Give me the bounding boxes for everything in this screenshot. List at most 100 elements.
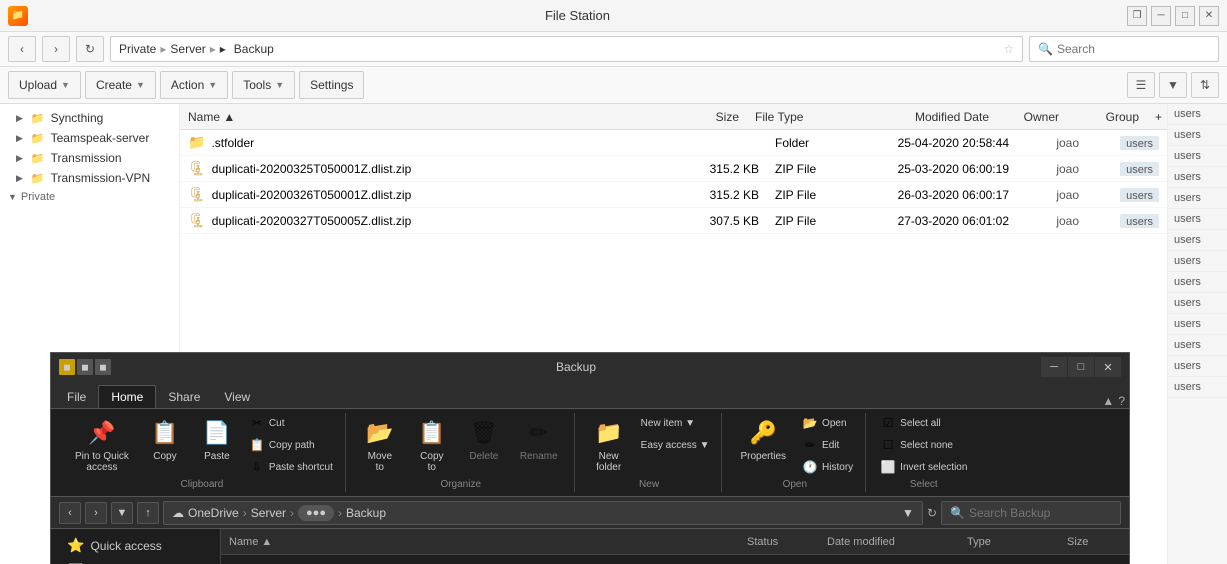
forward-button[interactable]: › — [42, 36, 70, 62]
new-item-button[interactable]: New item ▼ — [637, 413, 714, 433]
explorer-forward-button[interactable]: › — [85, 502, 107, 524]
refresh-button[interactable]: ↻ — [76, 36, 104, 62]
explorer-icon-3: ◼ — [95, 359, 111, 375]
restore-button[interactable]: ❐ — [1127, 6, 1147, 26]
explorer-col-date[interactable]: Date modified — [819, 536, 959, 548]
explorer-recent-button[interactable]: ▼ — [111, 502, 133, 524]
ribbon-tab-share[interactable]: Share — [156, 386, 212, 408]
explorer-sidebar-desktop[interactable]: 🖥 Desktop 📌 — [51, 558, 220, 564]
expand-icon: ▶ — [16, 113, 23, 124]
tools-arrow-icon: ▼ — [275, 80, 284, 90]
folder-icon: 📁 — [31, 152, 45, 165]
explorer-breadcrumb[interactable]: ☁ OneDrive › Server › ●●● › Backup ▼ — [163, 501, 923, 525]
tools-button[interactable]: Tools ▼ — [232, 71, 295, 99]
new-folder-button[interactable]: 📁 Newfolder — [585, 413, 633, 477]
ribbon-collapse-icon[interactable]: ▲ — [1102, 394, 1114, 408]
ribbon-tab-file[interactable]: File — [55, 386, 98, 408]
delete-button[interactable]: 🗑 Delete — [460, 413, 508, 466]
explorer-close-button[interactable]: ✕ — [1095, 357, 1121, 377]
col-more-icon[interactable]: + — [1147, 110, 1167, 124]
table-row[interactable]: 🗜duplicati-20200326T050001Z.dlist.zip 31… — [180, 182, 1167, 208]
close-button[interactable]: ✕ — [1199, 6, 1219, 26]
sidebar-section-private[interactable]: ▼ Private — [0, 188, 179, 206]
select-all-button[interactable]: ☑ Select all — [876, 413, 971, 433]
folder-icon: 📁 — [31, 132, 45, 145]
explorer-files: Name ▲ Status Date modified Type Size Th… — [221, 529, 1129, 564]
explorer-col-type[interactable]: Type — [959, 536, 1059, 548]
view-dropdown-button[interactable]: ▼ — [1159, 72, 1187, 98]
select-none-button[interactable]: ☐ Select none — [876, 435, 971, 455]
users-item: users — [1168, 104, 1227, 125]
explorer-search-input[interactable] — [969, 506, 1112, 520]
ribbon-tab-home[interactable]: Home — [98, 385, 156, 408]
list-view-button[interactable]: ☰ — [1127, 72, 1155, 98]
explorer-title-bar: ◼ ◼ ◼ Backup ─ □ ✕ — [51, 353, 1129, 381]
table-row[interactable]: 🗜duplicati-20200325T050001Z.dlist.zip 31… — [180, 156, 1167, 182]
paste-button[interactable]: 📄 Paste — [193, 413, 241, 466]
col-header-type[interactable]: File Type — [747, 110, 837, 124]
col-header-owner[interactable]: Owner — [997, 110, 1067, 124]
paste-shortcut-button[interactable]: ⇩ Paste shortcut — [245, 457, 337, 477]
copy-to-button[interactable]: 📋 Copyto — [408, 413, 456, 477]
explorer-maximize-button[interactable]: □ — [1068, 357, 1094, 377]
explorer-icon-2: ◼ — [77, 359, 93, 375]
file-list-header: Name ▲ Size File Type Modified Date Owne… — [180, 104, 1167, 130]
open-button[interactable]: 📂 Open — [798, 413, 857, 433]
history-button[interactable]: 🕐 History — [798, 457, 857, 477]
explorer-minimize-button[interactable]: ─ — [1041, 357, 1067, 377]
col-header-group[interactable]: Group — [1067, 110, 1147, 124]
ribbon-group-open: 🔑 Properties 📂 Open ✏ Edit — [724, 413, 866, 492]
copy-large-button[interactable]: 📋 Copy — [141, 413, 189, 466]
upload-button[interactable]: Upload ▼ — [8, 71, 81, 99]
app-title: File Station — [28, 8, 1127, 23]
explorer-refresh-icon[interactable]: ↻ — [927, 506, 937, 520]
search-input[interactable] — [1057, 42, 1210, 56]
pin-quick-access-button[interactable]: 📌 Pin to Quickaccess — [67, 413, 137, 477]
sidebar-item-transmission-vpn[interactable]: ▶ 📁 Transmission-VPN — [0, 168, 179, 188]
quick-access-icon: ⭐ — [67, 537, 84, 554]
ribbon-toolbar: 📌 Pin to Quickaccess 📋 Copy 📄 Paste — [51, 409, 1129, 497]
users-item: users — [1168, 335, 1227, 356]
bookmark-icon[interactable]: ☆ — [1003, 42, 1014, 56]
properties-button[interactable]: 🔑 Properties — [732, 413, 794, 466]
back-button[interactable]: ‹ — [8, 36, 36, 62]
explorer-icon-1: ◼ — [59, 359, 75, 375]
explorer-col-size[interactable]: Size — [1059, 536, 1129, 548]
col-header-date[interactable]: Modified Date — [837, 110, 997, 124]
easy-access-button[interactable]: Easy access ▼ — [637, 435, 714, 455]
explorer-title-icons: ◼ ◼ ◼ — [59, 359, 111, 375]
ribbon-tab-view[interactable]: View — [212, 386, 262, 408]
explorer-file-header: Name ▲ Status Date modified Type Size — [221, 529, 1129, 555]
cut-button[interactable]: ✂ Cut — [245, 413, 337, 433]
create-button[interactable]: Create ▼ — [85, 71, 156, 99]
settings-button[interactable]: Settings — [299, 71, 364, 99]
action-button[interactable]: Action ▼ — [160, 71, 228, 99]
sidebar-item-syncthing[interactable]: ▶ 📁 Syncthing — [0, 108, 179, 128]
explorer-col-name[interactable]: Name ▲ — [221, 536, 739, 548]
rename-button[interactable]: ✏ Rename — [512, 413, 566, 466]
sidebar-item-teamspeak[interactable]: ▶ 📁 Teamspeak-server — [0, 128, 179, 148]
edit-button[interactable]: ✏ Edit — [798, 435, 857, 455]
move-to-button[interactable]: 📂 Moveto — [356, 413, 404, 477]
maximize-button[interactable]: □ — [1175, 6, 1195, 26]
explorer-sidebar: ⭐ Quick access 🖥 Desktop 📌 ⬇ Downloads 📌 — [51, 529, 221, 564]
sidebar-item-transmission[interactable]: ▶ 📁 Transmission — [0, 148, 179, 168]
invert-selection-button[interactable]: ⬜ Invert selection — [876, 457, 971, 477]
explorer-sidebar-quick-access[interactable]: ⭐ Quick access — [51, 533, 220, 558]
minimize-button[interactable]: ─ — [1151, 6, 1171, 26]
nav-bar: ‹ › ↻ Private ▸ Server ▸ ▸ Backup ☆ 🔍 — [0, 32, 1227, 67]
sort-button[interactable]: ⇅ — [1191, 72, 1219, 98]
ribbon-help-icon[interactable]: ? — [1118, 394, 1125, 408]
explorer-title: Backup — [117, 360, 1035, 374]
search-box: 🔍 — [1029, 36, 1219, 62]
breadcrumb[interactable]: Private ▸ Server ▸ ▸ Backup ☆ — [110, 36, 1023, 62]
table-row[interactable]: 📁.stfolder Folder 25-04-2020 20:58:44 jo… — [180, 130, 1167, 156]
explorer-back-button[interactable]: ‹ — [59, 502, 81, 524]
explorer-up-button[interactable]: ↑ — [137, 502, 159, 524]
users-item: users — [1168, 167, 1227, 188]
table-row[interactable]: 🗜duplicati-20200327T050005Z.dlist.zip 30… — [180, 208, 1167, 234]
explorer-col-status[interactable]: Status — [739, 536, 819, 548]
col-header-size[interactable]: Size — [657, 110, 747, 124]
col-header-name[interactable]: Name ▲ — [180, 110, 657, 124]
copy-path-button[interactable]: 📋 Copy path — [245, 435, 337, 455]
